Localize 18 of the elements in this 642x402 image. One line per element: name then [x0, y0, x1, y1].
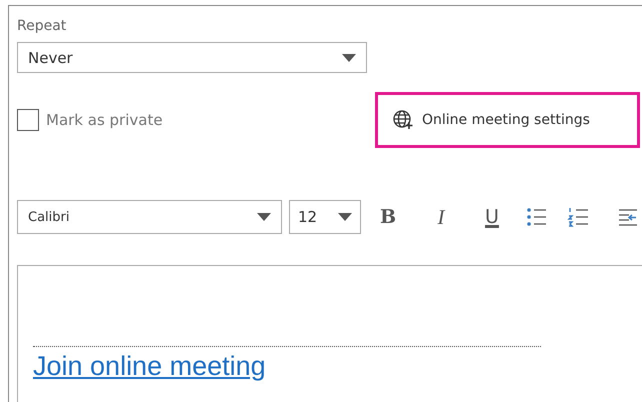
globe-plus-icon [392, 109, 414, 131]
repeat-dropdown[interactable]: Never [17, 42, 367, 73]
caret-icon [338, 213, 352, 221]
font-dropdown[interactable]: Calibri [17, 200, 282, 234]
caret-icon [257, 213, 271, 221]
online-meeting-settings-button[interactable]: Online meeting settings [392, 109, 590, 131]
italic-button[interactable]: I [428, 204, 454, 230]
private-checkbox[interactable] [17, 109, 39, 131]
message-body[interactable]: Join online meeting [17, 265, 642, 402]
numbered-list-icon[interactable] [567, 206, 589, 228]
private-label: Mark as private [46, 111, 163, 129]
font-size-dropdown[interactable]: 12 [289, 200, 361, 234]
bullet-list-icon[interactable] [525, 206, 547, 228]
join-meeting-link[interactable]: Join online meeting [33, 351, 266, 382]
bold-button[interactable]: B [375, 206, 401, 228]
repeat-label: Repeat [17, 18, 68, 36]
caret-icon [342, 54, 356, 62]
underline-button[interactable]: U [479, 206, 505, 228]
